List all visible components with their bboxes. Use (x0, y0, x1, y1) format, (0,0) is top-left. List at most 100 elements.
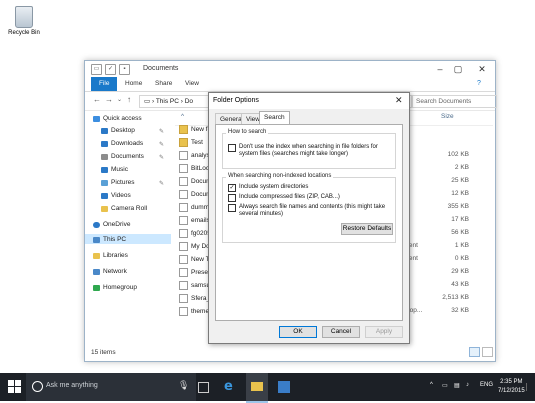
cortana-placeholder: Ask me anything (46, 382, 98, 389)
windows-logo-icon (8, 387, 14, 393)
nav-desktop[interactable]: Desktop (101, 127, 135, 134)
file-icon (179, 203, 188, 212)
column-header-size[interactable]: Size (441, 113, 454, 120)
nav-this-pc[interactable]: This PC (93, 236, 126, 243)
file-size: 25 KB (451, 177, 469, 184)
file-icon (179, 255, 188, 264)
checkbox-box (228, 194, 236, 202)
view-toggle (469, 347, 493, 357)
file-icon (179, 281, 188, 290)
dont-use-index-checkbox[interactable]: Don't use the index when searching in fi… (228, 144, 390, 158)
dialog-titlebar: Folder Options ✕ (209, 93, 409, 109)
how-to-search-title: How to search (226, 129, 269, 135)
include-compressed-files-checkbox[interactable]: Include compressed files (ZIP, CAB...) (228, 194, 390, 202)
window-title: Documents (143, 65, 179, 72)
file-icon (179, 151, 188, 160)
minimize-button[interactable]: – (433, 63, 447, 75)
apply-button[interactable]: Apply (365, 326, 403, 338)
recent-chevron-icon[interactable]: ⌄ (117, 96, 122, 103)
ribbon-tab-home[interactable]: Home (117, 77, 150, 91)
file-size: 43 KB (451, 281, 469, 288)
network-icon[interactable]: ▤ (454, 382, 460, 389)
cloud-icon (93, 221, 100, 228)
dialog-title: Folder Options (213, 97, 259, 104)
task-view-icon[interactable] (198, 382, 209, 393)
close-button[interactable]: ✕ (475, 63, 489, 75)
restore-defaults-button[interactable]: Restore Defaults (341, 223, 393, 235)
nav-music[interactable]: Music (101, 166, 128, 173)
nav-documents[interactable]: Documents (101, 153, 144, 160)
folder-icon[interactable]: ▭ (91, 64, 102, 75)
ribbon-tab-share[interactable]: Share (147, 77, 180, 91)
breadcrumb-this-pc[interactable]: This PC (156, 98, 179, 105)
file-icon (179, 268, 188, 277)
up-arrow-icon[interactable]: ↑ (127, 95, 131, 104)
maximize-button[interactable]: ▢ (451, 63, 465, 75)
nav-onedrive[interactable]: OneDrive (93, 221, 130, 228)
star-icon (93, 115, 100, 122)
file-name: My Do (191, 243, 210, 251)
nav-homegroup[interactable]: Homegroup (93, 284, 137, 291)
action-center-icon[interactable] (526, 383, 533, 391)
tray-chevron-icon[interactable]: ^ (430, 382, 433, 388)
details-view-icon[interactable] (469, 347, 480, 357)
tab-search[interactable]: Search (259, 111, 290, 125)
pin-icon[interactable]: ✎ (159, 128, 164, 135)
clock-date: 7/12/2015 (498, 388, 525, 394)
file-icon (179, 307, 188, 316)
cortana-search-box[interactable]: Ask me anything 🎙 (26, 373, 196, 401)
file-size: 2,513 KB (442, 294, 469, 301)
pin-icon[interactable]: ✎ (159, 141, 164, 148)
nav-quick-access[interactable]: Quick access (93, 115, 142, 122)
search-tab-panel: How to search Don't use the index when s… (215, 124, 403, 321)
nav-camera-roll[interactable]: Camera Roll (101, 205, 147, 212)
recycle-bin-icon (15, 6, 33, 28)
microphone-icon[interactable]: 🎙 (178, 380, 189, 391)
ribbon-tab-view[interactable]: View (177, 77, 207, 91)
help-icon[interactable]: ? (477, 80, 481, 87)
notifications-icon[interactable]: ▭ (442, 382, 448, 389)
pc-icon: ▭ (144, 98, 151, 105)
include-system-directories-checkbox[interactable]: ✓ Include system directories (228, 184, 390, 192)
large-icons-view-icon[interactable] (482, 347, 493, 357)
back-arrow-icon[interactable]: ← (93, 95, 101, 104)
recycle-bin[interactable]: Recycle Bin (4, 6, 44, 36)
ok-button[interactable]: OK (279, 326, 317, 338)
edge-icon[interactable]: e (224, 379, 240, 395)
pin-icon[interactable]: ✎ (159, 180, 164, 187)
forward-arrow-icon[interactable]: → (105, 95, 113, 104)
breadcrumb-documents[interactable]: Do (185, 98, 193, 105)
system-clock[interactable]: 2:35 PM 7/12/2015 (498, 378, 525, 396)
non-indexed-title: When searching non-indexed locations (226, 173, 334, 179)
checkbox-box (228, 144, 236, 152)
windows-logo-icon (15, 380, 21, 386)
nav-libraries[interactable]: Libraries (93, 252, 128, 259)
column-header-name-chevron-icon[interactable]: ^ (181, 113, 184, 120)
nav-network[interactable]: Network (93, 268, 127, 275)
file-explorer-taskbar-icon[interactable] (246, 373, 268, 403)
dialog-close-button[interactable]: ✕ (395, 95, 403, 106)
ribbon-tab-file[interactable]: File (91, 77, 118, 91)
volume-icon[interactable]: ♪ (466, 382, 469, 388)
file-size: 17 KB (451, 216, 469, 223)
nav-pictures[interactable]: Pictures (101, 179, 134, 186)
start-button[interactable] (8, 380, 22, 394)
nav-videos[interactable]: Videos (101, 192, 131, 199)
properties-icon[interactable]: ✓ (105, 64, 116, 75)
store-icon[interactable] (278, 381, 290, 393)
pin-icon[interactable]: ✎ (159, 154, 164, 161)
new-folder-icon[interactable]: ▪ (119, 64, 130, 75)
always-search-contents-checkbox[interactable]: Always search file names and contents (t… (228, 204, 390, 218)
how-to-search-group: How to search Don't use the index when s… (222, 129, 396, 169)
nav-downloads[interactable]: Downloads (101, 140, 143, 147)
taskbar: Ask me anything 🎙 e ^ ▭ ▤ ♪ ENG 2:35 PM … (0, 373, 535, 403)
file-name: New T (191, 256, 210, 264)
folder-options-dialog: Folder Options ✕ General View Search How… (208, 92, 410, 344)
cancel-button[interactable]: Cancel (322, 326, 360, 338)
search-input[interactable]: Search Documents (411, 95, 497, 108)
language-indicator[interactable]: ENG (480, 382, 493, 388)
checkbox-box: ✓ (228, 184, 236, 192)
file-size: 56 KB (451, 229, 469, 236)
cortana-icon (32, 381, 43, 392)
clock-time: 2:35 PM (500, 379, 523, 385)
